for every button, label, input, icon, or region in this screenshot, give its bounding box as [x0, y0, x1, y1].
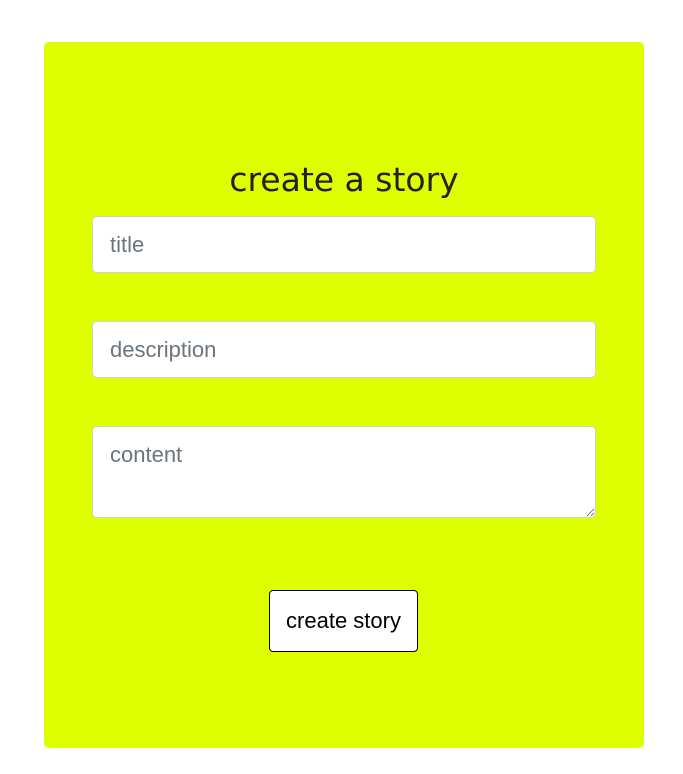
create-story-card: create a story create story	[44, 42, 644, 748]
create-story-button[interactable]: create story	[269, 590, 418, 652]
description-input[interactable]	[92, 321, 596, 378]
title-input[interactable]	[92, 216, 596, 273]
form-heading: create a story	[229, 160, 459, 199]
content-textarea[interactable]	[92, 426, 596, 518]
